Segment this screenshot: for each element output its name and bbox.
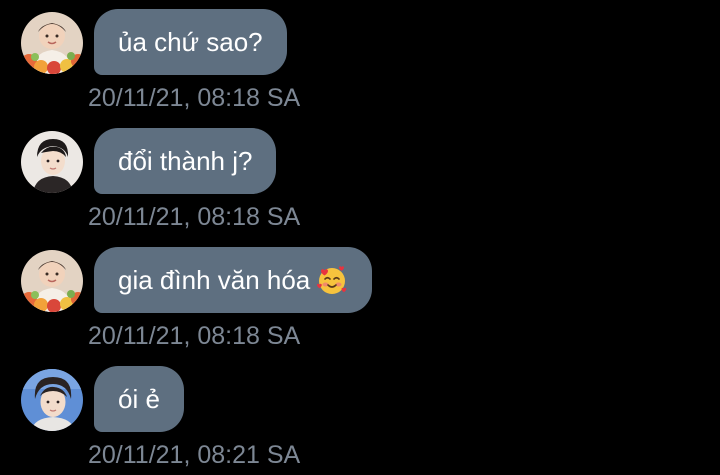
message-row: ủa chứ sao? 20/11/21, 08:18 SA — [0, 0, 720, 118]
message-bubble[interactable]: gia đình văn hóa — [94, 247, 373, 313]
message-row: đổi thành j? 20/11/21, 08:18 SA — [0, 119, 720, 237]
message-text: ủa chứ sao? — [118, 26, 263, 57]
message-timestamp: 20/11/21, 08:18 SA — [88, 84, 301, 112]
sender-avatar[interactable] — [21, 12, 83, 74]
message-timestamp: 20/11/21, 08:18 SA — [88, 203, 301, 231]
message-bubble[interactable]: ủa chứ sao? — [94, 9, 287, 75]
message-text: ói ẻ — [118, 383, 160, 414]
smiling-face-with-hearts-icon — [316, 264, 348, 296]
message-row: ói ẻ 20/11/21, 08:21 SA — [0, 357, 720, 475]
message-timestamp: 20/11/21, 08:21 SA — [88, 441, 301, 469]
message-text: đổi thành j? — [118, 145, 253, 176]
sender-avatar[interactable] — [21, 250, 83, 312]
message-bubble[interactable]: ói ẻ — [94, 366, 184, 432]
message-row: gia đình văn hóa 20/11/21, 08:18 SA — [0, 238, 720, 356]
sender-avatar[interactable] — [21, 131, 83, 193]
message-text: gia đình văn hóa — [118, 264, 311, 295]
sender-avatar[interactable] — [21, 369, 83, 431]
message-timestamp: 20/11/21, 08:18 SA — [88, 322, 301, 350]
message-bubble[interactable]: đổi thành j? — [94, 128, 277, 194]
